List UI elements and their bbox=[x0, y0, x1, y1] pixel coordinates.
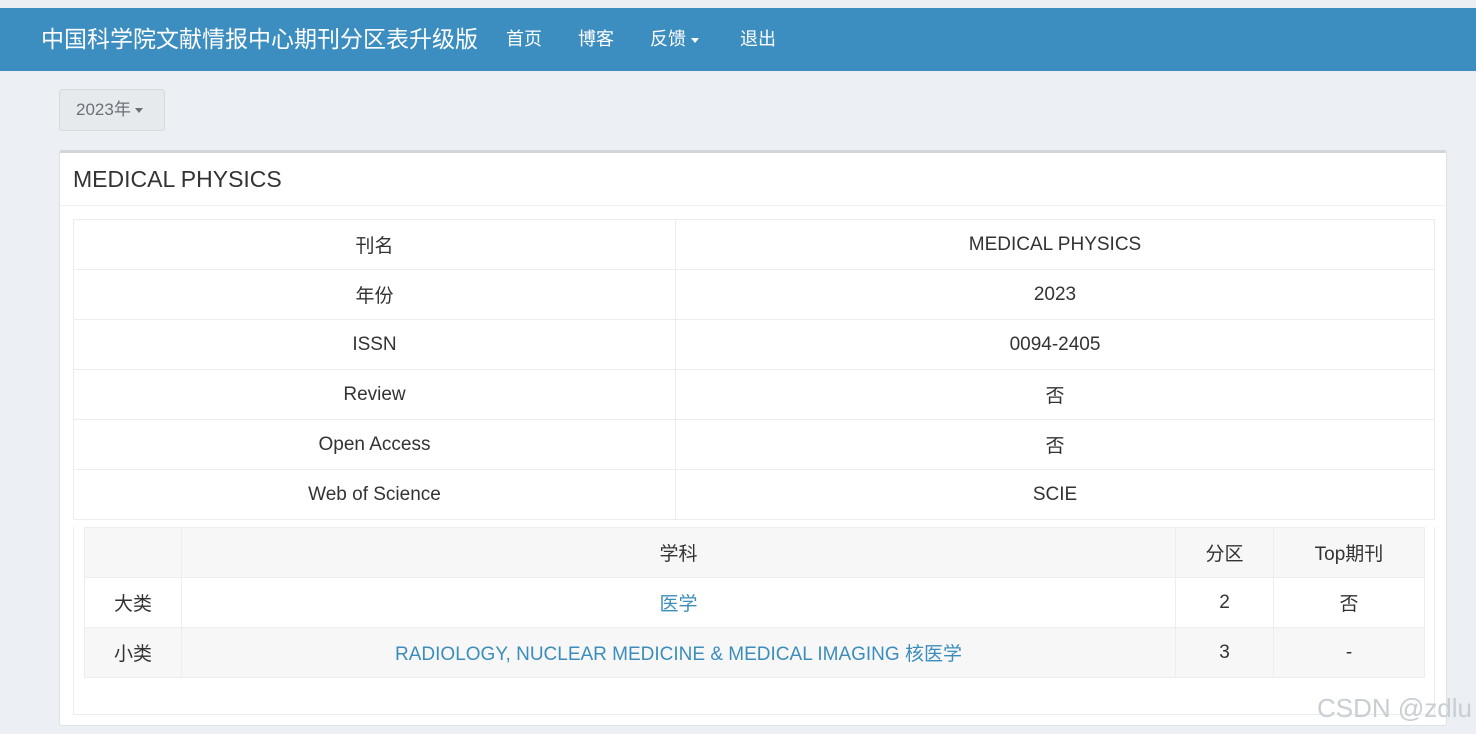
info-value: 2023 bbox=[675, 269, 1435, 320]
panel-header: MEDICAL PHYSICS bbox=[60, 153, 1446, 206]
info-key: 刊名 bbox=[73, 219, 676, 270]
category-level: 大类 bbox=[84, 577, 182, 628]
top-navbar: 中国科学院文献情报中心期刊分区表升级版 首页 博客 反馈 退出 bbox=[0, 8, 1476, 71]
category-top: - bbox=[1273, 627, 1425, 678]
watermark: CSDN @zdlu bbox=[1317, 693, 1472, 723]
info-row-year: 年份 2023 bbox=[73, 269, 1435, 320]
info-key: Review bbox=[73, 369, 676, 420]
info-value: MEDICAL PHYSICS bbox=[675, 219, 1435, 270]
nav-feedback-label: 反馈 bbox=[650, 29, 686, 49]
column-header-zone: 分区 bbox=[1175, 527, 1274, 578]
nav-logout[interactable]: 退出 bbox=[740, 28, 776, 50]
category-top: 否 bbox=[1273, 577, 1425, 628]
info-row-issn: ISSN 0094-2405 bbox=[73, 319, 1435, 370]
panel-title: MEDICAL PHYSICS bbox=[73, 166, 282, 192]
info-key: Web of Science bbox=[73, 469, 676, 520]
column-header-subject: 学科 bbox=[181, 527, 1176, 578]
nav-home[interactable]: 首页 bbox=[506, 28, 542, 50]
subject-link[interactable]: 医学 bbox=[659, 594, 697, 615]
column-header-top: Top期刊 bbox=[1273, 527, 1425, 578]
info-row-review: Review 否 bbox=[73, 369, 1435, 420]
category-table: 学科 分区 Top期刊 大类 医学 2 否 小类 RADIOLOGY, NUCL… bbox=[84, 527, 1425, 678]
site-brand[interactable]: 中国科学院文献情报中心期刊分区表升级版 bbox=[41, 24, 478, 54]
info-value: SCIE bbox=[675, 469, 1435, 520]
info-key: 年份 bbox=[73, 269, 676, 320]
category-row-minor: 小类 RADIOLOGY, NUCLEAR MEDICINE & MEDICAL… bbox=[84, 627, 1425, 678]
category-level: 小类 bbox=[84, 627, 182, 678]
nav-feedback-dropdown[interactable]: 反馈 bbox=[650, 28, 699, 50]
info-row-open-access: Open Access 否 bbox=[73, 419, 1435, 470]
category-zone: 2 bbox=[1175, 577, 1274, 628]
year-dropdown-label: 2023年 bbox=[76, 100, 131, 119]
info-row-title: 刊名 MEDICAL PHYSICS bbox=[73, 219, 1435, 270]
info-key: Open Access bbox=[73, 419, 676, 470]
info-value: 否 bbox=[675, 419, 1435, 470]
caret-down-icon bbox=[134, 108, 143, 114]
info-key: ISSN bbox=[73, 319, 676, 370]
category-subject-cell: RADIOLOGY, NUCLEAR MEDICINE & MEDICAL IM… bbox=[181, 627, 1176, 678]
nav-blog[interactable]: 博客 bbox=[578, 28, 614, 50]
caret-down-icon bbox=[691, 37, 699, 43]
subject-link[interactable]: RADIOLOGY, NUCLEAR MEDICINE & MEDICAL IM… bbox=[395, 644, 962, 665]
category-row-major: 大类 医学 2 否 bbox=[84, 577, 1425, 628]
info-value: 0094-2405 bbox=[675, 319, 1435, 370]
category-subject-cell: 医学 bbox=[181, 577, 1176, 628]
column-header-level bbox=[84, 527, 182, 578]
category-header-row: 学科 分区 Top期刊 bbox=[84, 527, 1425, 578]
info-row-web-of-science: Web of Science SCIE bbox=[73, 469, 1435, 520]
category-zone: 3 bbox=[1175, 627, 1274, 678]
info-value: 否 bbox=[675, 369, 1435, 420]
journal-panel: MEDICAL PHYSICS 刊名 MEDICAL PHYSICS 年份 20… bbox=[59, 150, 1447, 726]
journal-info-table: 刊名 MEDICAL PHYSICS 年份 2023 ISSN 0094-240… bbox=[73, 219, 1435, 520]
year-dropdown-button[interactable]: 2023年 bbox=[59, 89, 165, 131]
